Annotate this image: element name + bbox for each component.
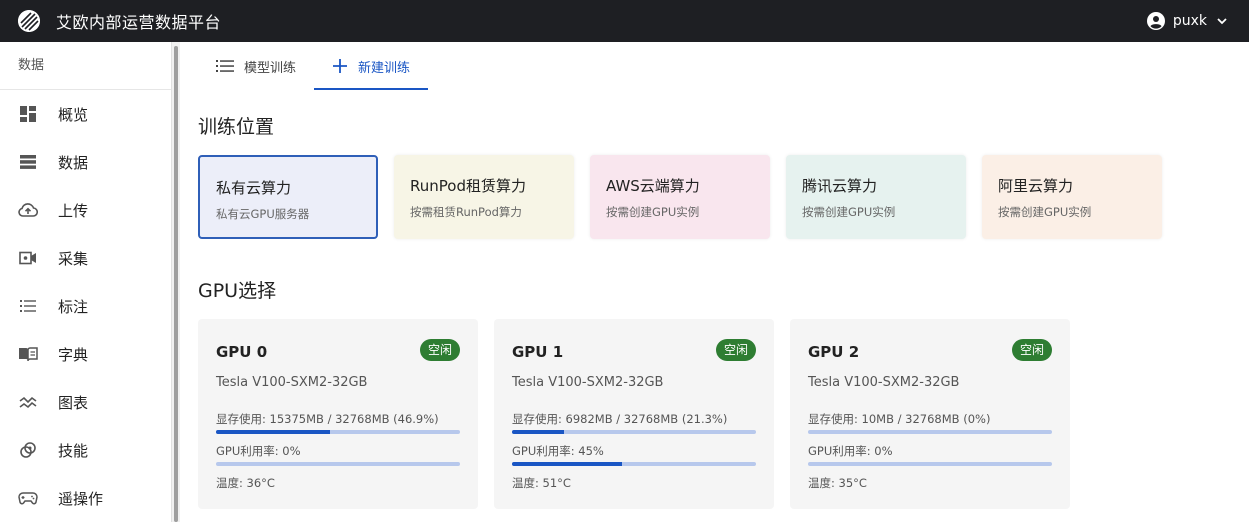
sidebar-item-teleoperation[interactable]: 遥操作	[0, 474, 171, 522]
tab-label: 模型训练	[244, 60, 297, 76]
sidebar-item-skills[interactable]: 技能	[0, 426, 171, 474]
chevron-down-icon	[1215, 14, 1229, 28]
sidebar-item-label: 字典	[58, 345, 89, 364]
sidebar-item-label: 数据	[58, 153, 89, 172]
skill-icon	[18, 440, 38, 460]
main-content: 模型训练 新建训练 训练位置 私有云算力 私有云GPU服务器 RunPod租赁算…	[180, 42, 1249, 522]
gpu-selection-title: GPU选择	[198, 280, 277, 302]
memory-usage-text: 显存使用: 6982MB / 32768MB (21.3%)	[512, 412, 728, 426]
location-card-tencent[interactable]: 腾讯云算力 按需创建GPU实例	[786, 155, 966, 239]
app-title: 艾欧内部运营数据平台	[56, 13, 222, 32]
account-circle-icon	[1146, 12, 1165, 30]
sidebar-item-data[interactable]: 数据	[0, 138, 171, 186]
status-badge: 空闲	[715, 339, 756, 361]
location-card-subtitle: 私有云GPU服务器	[216, 207, 310, 221]
gamepad-icon	[18, 488, 38, 508]
memory-usage-fill	[512, 430, 564, 434]
gpu-card-1[interactable]: GPU 1 空闲 Tesla V100-SXM2-32GB 显存使用: 6982…	[494, 319, 774, 509]
sidebar-item-label: 上传	[58, 201, 89, 220]
location-card-title: 阿里云算力	[998, 177, 1074, 195]
gpu-utilization-bar	[512, 462, 756, 466]
plus-icon	[332, 58, 348, 74]
sidebar: 数据 概览 数据 上传 采集 标注 字典 图表 技能 遥操作	[0, 42, 172, 522]
location-card-aws[interactable]: AWS云端算力 按需创建GPU实例	[590, 155, 770, 239]
location-card-title: 私有云算力	[216, 179, 292, 197]
training-location-title: 训练位置	[198, 116, 275, 138]
sidebar-item-overview[interactable]: 概览	[0, 90, 171, 138]
gpu-utilization-bar	[216, 462, 460, 466]
top-app-bar: 艾欧内部运营数据平台 puxk	[0, 0, 1249, 42]
gpu-utilization-text: GPU利用率: 45%	[512, 444, 604, 458]
gpu-card-2[interactable]: GPU 2 空闲 Tesla V100-SXM2-32GB 显存使用: 10MB…	[790, 319, 1070, 509]
gpu-name: GPU 1	[512, 343, 564, 361]
user-menu[interactable]: puxk	[1146, 0, 1229, 42]
sidebar-item-label: 图表	[58, 393, 89, 412]
location-card-title: AWS云端算力	[606, 177, 700, 195]
tab-bar: 模型训练 新建训练	[198, 42, 429, 90]
gpu-name: GPU 2	[808, 343, 860, 361]
memory-usage-bar	[216, 430, 460, 434]
dashboard-icon	[18, 104, 38, 124]
location-card-subtitle: 按需创建GPU实例	[606, 205, 700, 219]
book-icon	[18, 344, 38, 364]
sidebar-item-label: 标注	[58, 297, 89, 316]
status-badge: 空闲	[419, 339, 460, 361]
gpu-utilization-bar	[808, 462, 1052, 466]
location-card-title: RunPod租赁算力	[410, 177, 526, 195]
sidebar-item-annotation[interactable]: 标注	[0, 282, 171, 330]
logo-icon[interactable]	[18, 10, 40, 32]
temperature-text: 温度: 35°C	[808, 476, 867, 490]
gpu-utilization-text: GPU利用率: 0%	[216, 444, 301, 458]
cloud-upload-icon	[18, 200, 38, 220]
gpu-model: Tesla V100-SXM2-32GB	[512, 375, 664, 390]
gpu-model: Tesla V100-SXM2-32GB	[808, 375, 960, 390]
sidebar-item-charts[interactable]: 图表	[0, 378, 171, 426]
memory-usage-bar	[808, 430, 1052, 434]
temperature-text: 温度: 51°C	[512, 476, 571, 490]
gpu-model: Tesla V100-SXM2-32GB	[216, 375, 368, 390]
location-card-title: 腾讯云算力	[802, 177, 878, 195]
list-icon	[216, 60, 234, 72]
status-badge: 空闲	[1011, 339, 1052, 361]
sidebar-item-label: 遥操作	[58, 489, 104, 508]
gpu-utilization-fill	[512, 462, 622, 466]
location-card-subtitle: 按需创建GPU实例	[998, 205, 1092, 219]
tab-model-training[interactable]: 模型训练	[198, 42, 314, 90]
sidebar-section-title: 数据	[0, 42, 171, 90]
memory-usage-text: 显存使用: 15375MB / 32768MB (46.9%)	[216, 412, 439, 426]
scrollbar-thumb[interactable]	[174, 46, 178, 522]
tab-new-training[interactable]: 新建训练	[314, 42, 429, 90]
sidebar-item-dictionary[interactable]: 字典	[0, 330, 171, 378]
sidebar-item-capture[interactable]: 采集	[0, 234, 171, 282]
tab-label: 新建训练	[358, 60, 411, 76]
gpu-card-0[interactable]: GPU 0 空闲 Tesla V100-SXM2-32GB 显存使用: 1537…	[198, 319, 478, 509]
chart-line-icon	[18, 392, 38, 412]
sidebar-scrollbar[interactable]	[172, 42, 180, 522]
location-card-aliyun[interactable]: 阿里云算力 按需创建GPU实例	[982, 155, 1162, 239]
location-card-subtitle: 按需创建GPU实例	[802, 205, 896, 219]
video-camera-icon	[18, 248, 38, 268]
sidebar-item-upload[interactable]: 上传	[0, 186, 171, 234]
sidebar-item-label: 技能	[58, 441, 89, 460]
gpu-name: GPU 0	[216, 343, 268, 361]
list-numbered-icon	[18, 296, 38, 316]
sidebar-item-label: 概览	[58, 105, 89, 124]
memory-usage-text: 显存使用: 10MB / 32768MB (0%)	[808, 412, 991, 426]
location-card-runpod[interactable]: RunPod租赁算力 按需租赁RunPod算力	[394, 155, 574, 239]
memory-usage-bar	[512, 430, 756, 434]
location-card-private-cloud[interactable]: 私有云算力 私有云GPU服务器	[198, 155, 378, 239]
memory-usage-fill	[216, 430, 331, 434]
sidebar-item-label: 采集	[58, 249, 89, 268]
temperature-text: 温度: 36°C	[216, 476, 275, 490]
username: puxk	[1172, 13, 1207, 29]
gpu-utilization-text: GPU利用率: 0%	[808, 444, 893, 458]
storage-icon	[18, 152, 38, 172]
location-card-subtitle: 按需租赁RunPod算力	[410, 205, 522, 219]
